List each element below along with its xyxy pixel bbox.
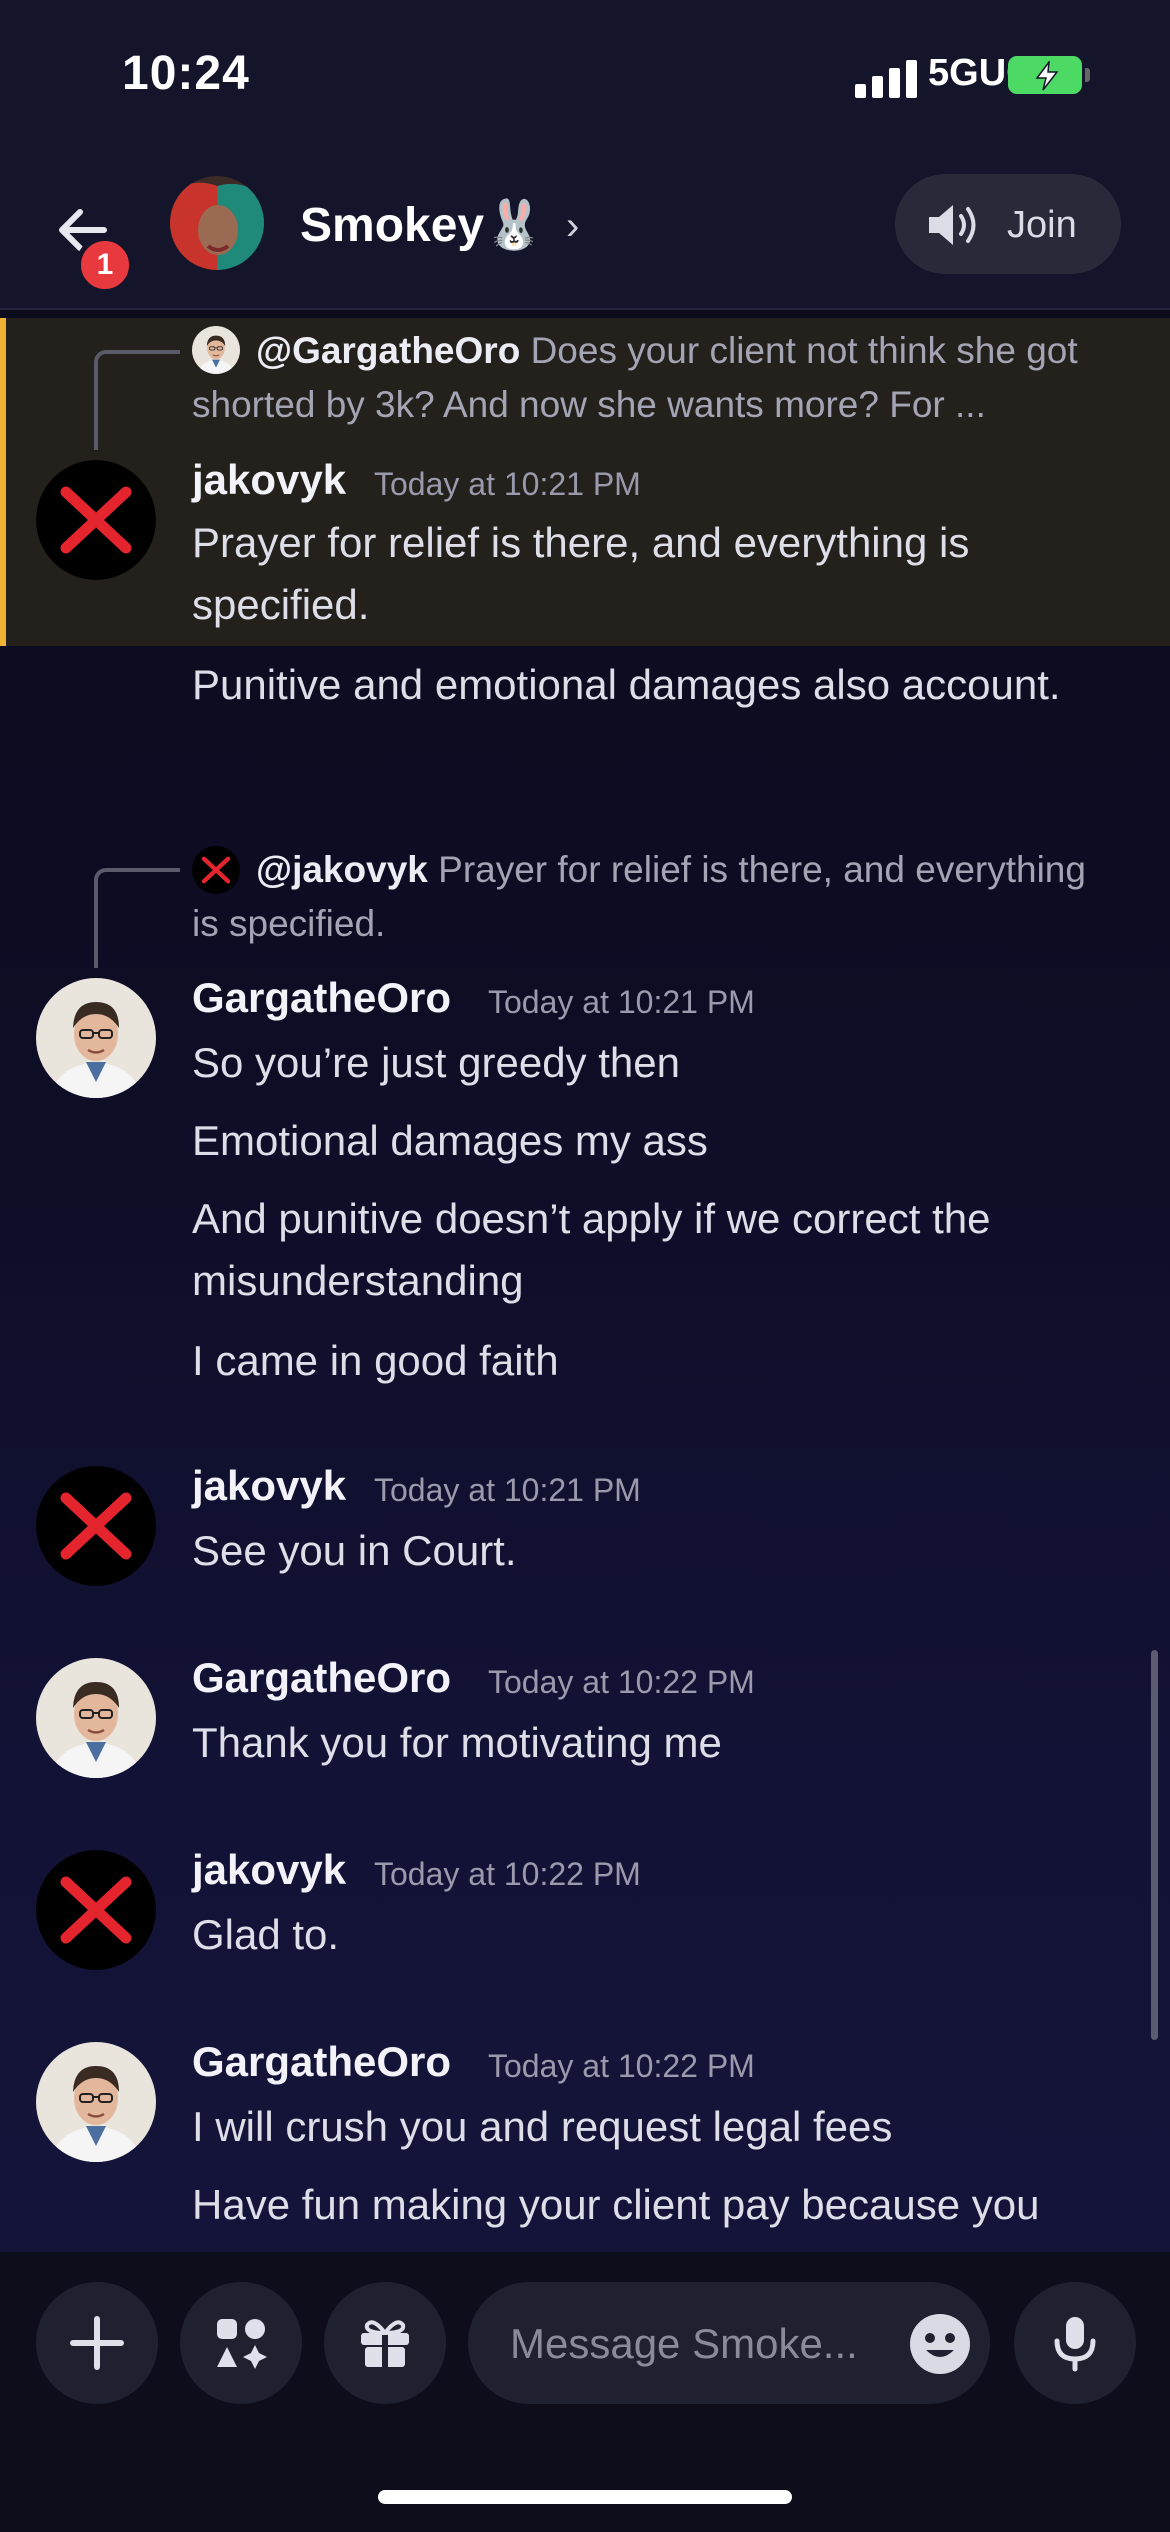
microphone-icon [1054, 2317, 1096, 2372]
message-text: Glad to. [192, 1911, 340, 1958]
chevron-right-icon[interactable]: › [566, 204, 579, 249]
message-text: Have fun making your client pay because … [192, 2181, 1040, 2228]
channel-name[interactable]: Smokey🐰 [300, 196, 544, 253]
timestamp: Today at 10:21 PM [488, 984, 755, 1020]
message-text: Punitive and emotional damages also acco… [192, 661, 1061, 708]
username[interactable]: GargatheOro [192, 2038, 451, 2086]
message-text: Emotional damages my ass [192, 1117, 708, 1164]
unread-badge: 1 [76, 236, 134, 294]
message-input[interactable]: Message Smoke... [468, 2282, 990, 2404]
message-placeholder: Message Smoke... [510, 2320, 858, 2367]
gift-button[interactable] [324, 2282, 446, 2404]
timestamp: Today at 10:22 PM [488, 1664, 755, 1700]
battery-icon [1008, 56, 1082, 94]
message-text: See you in Court. [192, 1527, 517, 1574]
message-text: I came in good faith [192, 1337, 559, 1384]
username[interactable]: GargatheOro [192, 974, 451, 1022]
channel-avatar[interactable] [170, 176, 264, 270]
username[interactable]: jakovyk [192, 456, 346, 504]
reply-connector [94, 350, 180, 450]
avatar[interactable] [36, 1466, 156, 1586]
reply-author: @GargatheOro [256, 330, 521, 371]
username[interactable]: GargatheOro [192, 1654, 451, 1702]
message-text: So you’re just greedy then [192, 1039, 680, 1086]
gift-icon [361, 2320, 409, 2367]
cellular-signal-icon [855, 58, 917, 98]
avatar[interactable] [36, 978, 156, 1098]
apps-icon [217, 2319, 267, 2369]
apps-button[interactable] [180, 2282, 302, 2404]
timestamp: Today at 10:21 PM [374, 466, 641, 502]
avatar[interactable] [36, 1658, 156, 1778]
message-text: And punitive doesn’t apply if we correct… [192, 1195, 991, 1304]
home-indicator[interactable] [378, 2490, 792, 2504]
reply-connector [94, 868, 180, 968]
battery-cap [1085, 68, 1090, 82]
timestamp: Today at 10:21 PM [374, 1472, 641, 1508]
timestamp: Today at 10:22 PM [374, 1856, 641, 1892]
avatar[interactable] [36, 2042, 156, 2162]
channel-header: 1 Smokey🐰 › Join [0, 150, 1170, 310]
speaker-icon [929, 205, 976, 245]
message-text: Prayer for relief is there, and everythi… [192, 519, 970, 628]
clock: 10:24 [122, 47, 250, 100]
timestamp: Today at 10:22 PM [488, 2048, 755, 2084]
avatar[interactable] [36, 460, 156, 580]
emoji-icon[interactable] [908, 2312, 972, 2376]
reply-preview[interactable]: @jakovyk Prayer for relief is there, and… [192, 843, 1112, 951]
avatar[interactable] [36, 1850, 156, 1970]
username[interactable]: jakovyk [192, 1462, 346, 1510]
add-attachment-button[interactable] [36, 2282, 158, 2404]
voice-message-button[interactable] [1014, 2282, 1136, 2404]
status-bar: 10:24 5GUC [0, 0, 1170, 150]
plus-icon [70, 2316, 124, 2370]
scrollbar[interactable] [1151, 1650, 1158, 2040]
join-label: Join [1007, 204, 1077, 246]
message-text: Thank you for motivating me [192, 1719, 722, 1766]
message-text: I will crush you and request legal fees [192, 2103, 893, 2150]
join-voice-button[interactable]: Join [895, 174, 1121, 274]
reply-preview[interactable]: @GargatheOro Does your client not think … [192, 324, 1112, 432]
reply-author: @jakovyk [256, 849, 428, 890]
username[interactable]: jakovyk [192, 1846, 346, 1894]
